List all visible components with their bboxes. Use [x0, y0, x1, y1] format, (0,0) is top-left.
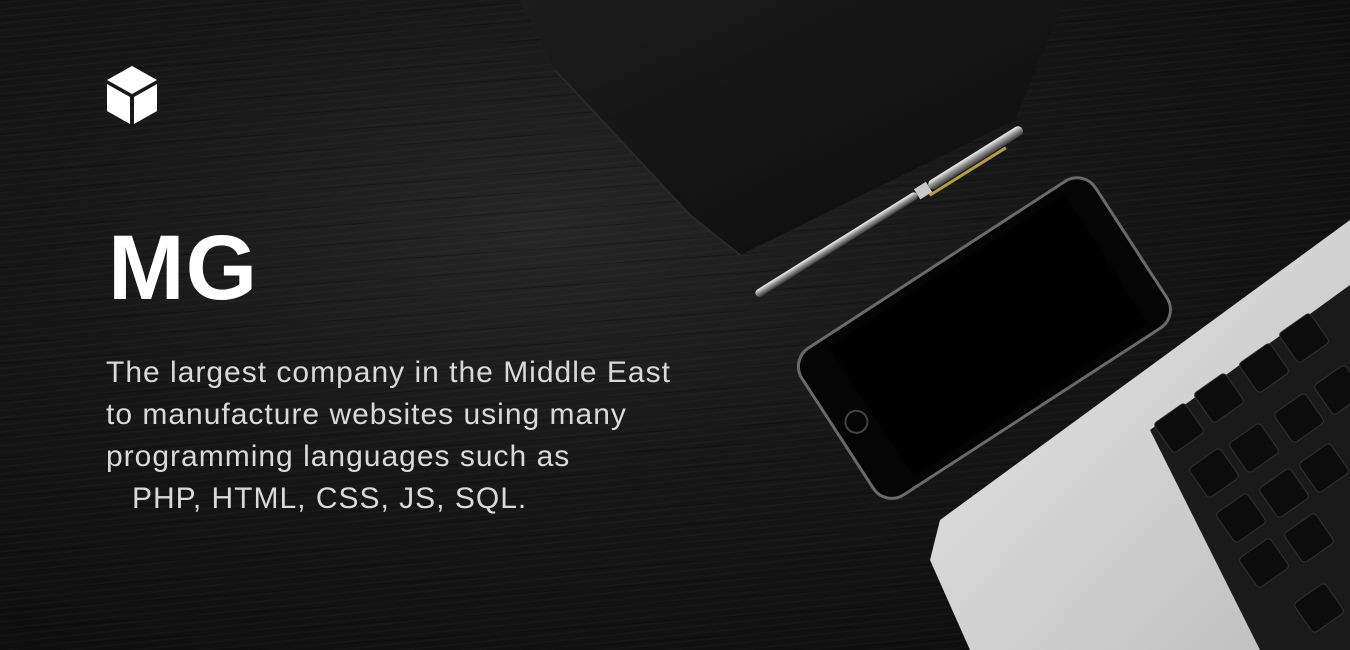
- tagline-line: to manufacture websites using many: [106, 398, 627, 431]
- notebook-image: [520, 0, 1065, 256]
- tagline-line: The largest company in the Middle East: [106, 356, 671, 389]
- tagline-line: programming languages such as: [106, 440, 571, 473]
- desk-photo-background: [520, 0, 1350, 650]
- tagline: The largest company in the Middle East t…: [106, 352, 746, 520]
- hero-banner: MG The largest company in the Middle Eas…: [0, 0, 1350, 650]
- cube-icon[interactable]: [105, 64, 159, 126]
- brand-title: MG: [108, 217, 259, 319]
- tagline-line: PHP, HTML, CSS, JS, SQL.: [132, 482, 528, 515]
